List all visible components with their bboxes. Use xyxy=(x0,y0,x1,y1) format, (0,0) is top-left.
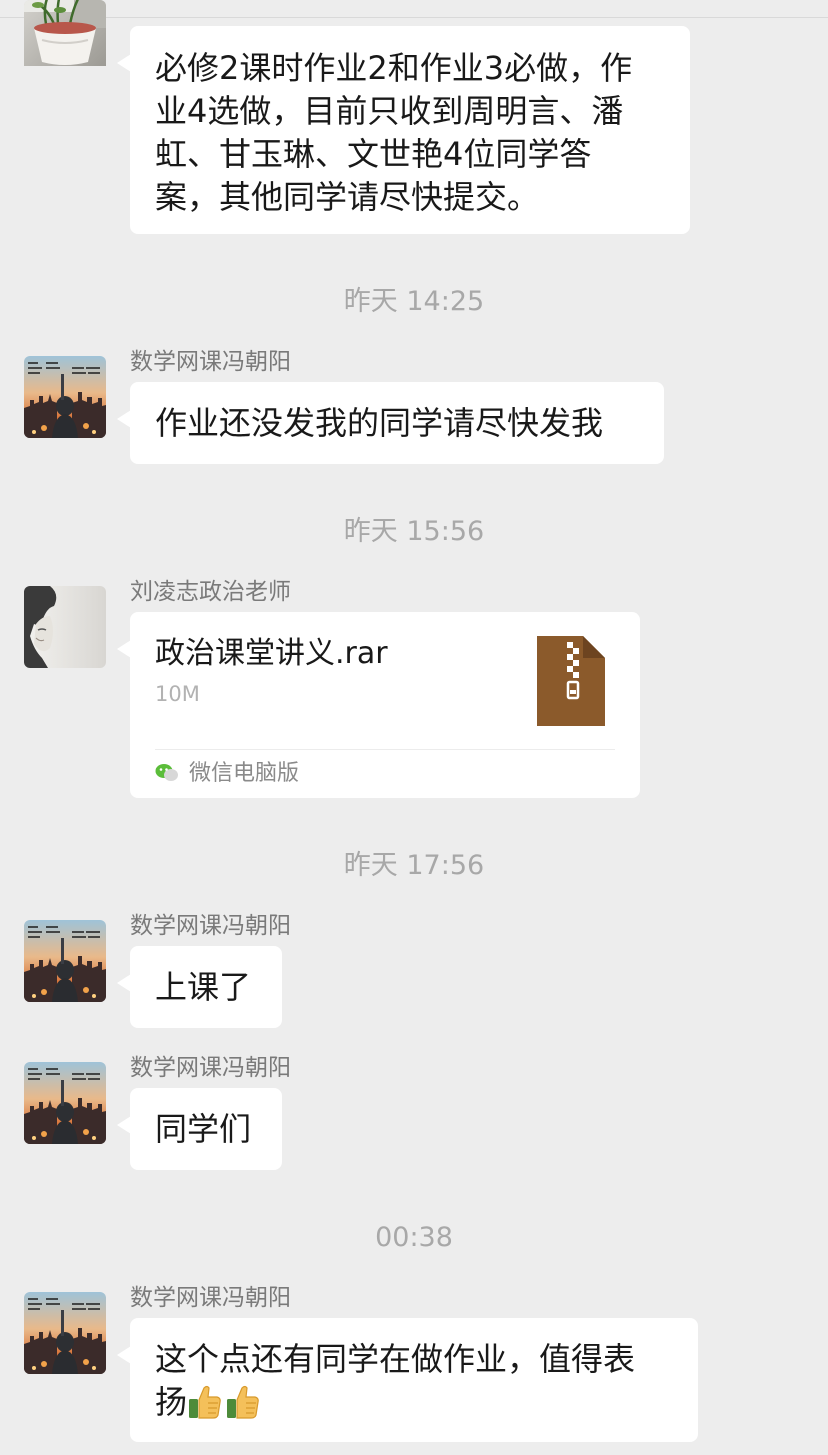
file-message-card[interactable]: 政治课堂讲义.rar 10M 微信电脑版 xyxy=(117,612,640,798)
message-bubble[interactable]: 同学们 xyxy=(117,1088,282,1170)
file-size: 10M xyxy=(155,682,200,706)
sender-name: 刘凌志政治老师 xyxy=(130,579,291,605)
avatar[interactable] xyxy=(24,920,106,1002)
avatar[interactable] xyxy=(24,1292,106,1374)
header-divider xyxy=(0,17,828,18)
thumbs-up-icon xyxy=(187,1384,223,1431)
message-bubble[interactable]: 这个点还有同学在做作业，值得表 扬 xyxy=(117,1318,698,1442)
avatar[interactable] xyxy=(24,356,106,438)
message-text: 作业还没发我的同学请尽快发我 xyxy=(155,404,604,442)
message-text: 上课了 xyxy=(155,968,252,1006)
message-text-line: 扬 xyxy=(155,1383,188,1421)
timestamp: 00:38 xyxy=(375,1222,453,1253)
message-text: 同学们 xyxy=(155,1110,252,1148)
avatar[interactable] xyxy=(24,586,106,668)
city-sunset-avatar xyxy=(24,920,106,1002)
thumbs-up-icon xyxy=(225,1384,261,1431)
city-sunset-avatar xyxy=(24,1062,106,1144)
message-bubble[interactable]: 上课了 xyxy=(117,946,282,1028)
potted-plant-avatar xyxy=(24,0,106,82)
avatar[interactable] xyxy=(24,0,106,82)
timestamp: 昨天 17:56 xyxy=(343,850,485,881)
sender-name: 数学网课冯朝阳 xyxy=(130,1285,291,1311)
file-source-label: 微信电脑版 xyxy=(189,761,300,786)
sender-name: 数学网课冯朝阳 xyxy=(130,1055,291,1081)
message-text: 必修2课时作业2和作业3必做，作 业4选做，目前只收到周明言、潘 虹、甘玉琳、文… xyxy=(155,49,633,216)
sender-name: 数学网课冯朝阳 xyxy=(130,349,291,375)
message-text: 这个点还有同学在做作业，值得表 扬 xyxy=(155,1338,673,1431)
portrait-avatar xyxy=(24,586,106,668)
timestamp: 昨天 14:25 xyxy=(343,286,485,317)
message-text-line: 这个点还有同学在做作业，值得表 xyxy=(155,1340,636,1378)
avatar[interactable] xyxy=(24,1062,106,1144)
timestamp: 昨天 15:56 xyxy=(343,516,485,547)
message-bubble[interactable]: 必修2课时作业2和作业3必做，作 业4选做，目前只收到周明言、潘 虹、甘玉琳、文… xyxy=(117,26,690,234)
sender-name: 数学网课冯朝阳 xyxy=(130,913,291,939)
zip-file-icon xyxy=(537,636,605,737)
file-source: 微信电脑版 xyxy=(155,760,299,791)
file-name: 政治课堂讲义.rar xyxy=(155,636,388,671)
message-bubble[interactable]: 作业还没发我的同学请尽快发我 xyxy=(117,382,664,464)
city-sunset-avatar xyxy=(24,1292,106,1374)
divider xyxy=(155,749,615,750)
city-sunset-avatar xyxy=(24,356,106,438)
wechat-icon xyxy=(155,763,179,791)
